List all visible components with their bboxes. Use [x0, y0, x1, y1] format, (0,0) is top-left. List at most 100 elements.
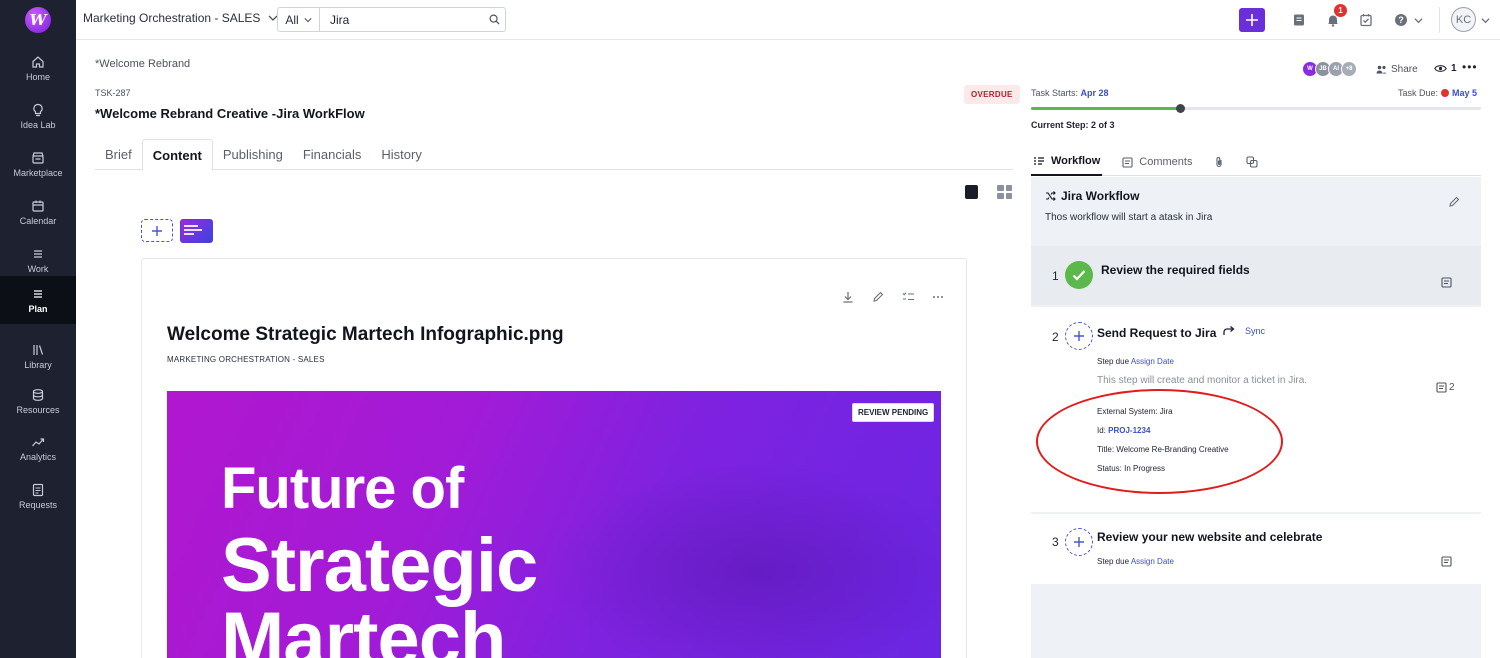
comment-count[interactable]: 2	[1436, 382, 1455, 393]
sidebar-item-resources[interactable]: Resources	[0, 377, 76, 425]
task-due-date: Task Due: May 5	[1398, 88, 1477, 98]
notes-icon[interactable]	[1290, 11, 1308, 29]
search-input[interactable]	[319, 8, 485, 31]
note-icon[interactable]	[1441, 556, 1452, 567]
eye-icon	[1434, 65, 1447, 72]
notification-badge: 1	[1334, 4, 1347, 17]
help-icon: ?	[1394, 14, 1407, 26]
workflow-step-1[interactable]	[1031, 246, 1481, 305]
share-button[interactable]: Share	[1376, 64, 1418, 75]
note-icon	[1436, 382, 1447, 393]
sidebar-item-plan[interactable]: Plan	[0, 276, 76, 324]
asset-title: Welcome Strategic Martech Infographic.pn…	[167, 324, 564, 345]
calendar-icon	[32, 200, 44, 212]
step-progress-bar	[1031, 104, 1481, 113]
workspace-name: Marketing Orchestration - SALES	[83, 11, 261, 25]
step-title: Send Request to Jira	[1097, 326, 1217, 340]
breadcrumb[interactable]: *Welcome Rebrand	[95, 58, 190, 70]
sync-button[interactable]: Sync	[1223, 326, 1265, 336]
checklist-icon[interactable]	[901, 290, 915, 304]
tab-publishing[interactable]: Publishing	[213, 139, 293, 170]
task-due-label: Task Due:	[1398, 88, 1439, 98]
plus-icon	[152, 225, 162, 236]
chevron-down-icon[interactable]	[1481, 16, 1490, 25]
divider	[1439, 7, 1440, 33]
sidebar: Home Idea Lab Marketplace Calendar Work …	[0, 40, 76, 658]
store-icon	[32, 151, 44, 164]
step-due-label: Step due	[1097, 557, 1130, 566]
help-menu[interactable]: ?	[1392, 11, 1424, 29]
tab-attachments[interactable]	[1212, 149, 1226, 176]
download-icon[interactable]	[841, 290, 855, 304]
paperclip-icon	[1216, 157, 1223, 168]
sidebar-item-label: Library	[24, 359, 52, 370]
chevron-down-icon	[1413, 17, 1423, 23]
app-logo[interactable]: W	[25, 7, 51, 33]
sidebar-item-marketplace[interactable]: Marketplace	[0, 140, 76, 188]
grid-view-icon[interactable]	[997, 185, 1012, 199]
progress-handle	[1175, 104, 1185, 113]
sidebar-item-home[interactable]: Home	[0, 44, 76, 92]
watchers-count: 1	[1451, 63, 1457, 74]
sidebar-item-analytics[interactable]: Analytics	[0, 424, 76, 472]
search-icon[interactable]	[485, 14, 505, 25]
tab-linked[interactable]	[1244, 149, 1260, 176]
tab-comments[interactable]: Comments	[1120, 149, 1194, 176]
workflow-description: Thos workflow will start a atask in Jira	[1045, 212, 1213, 223]
edit-icon[interactable]	[1448, 195, 1460, 213]
plus-icon[interactable]	[1065, 528, 1093, 556]
create-new-button[interactable]	[1239, 8, 1265, 32]
tab-history[interactable]: History	[371, 139, 431, 170]
share-label: Share	[1391, 64, 1418, 75]
tab-financials[interactable]: Financials	[293, 139, 372, 170]
sidebar-item-library[interactable]: Library	[0, 332, 76, 380]
task-start-value[interactable]: Apr 28	[1081, 88, 1109, 98]
watchers-button[interactable]: 1	[1434, 63, 1457, 74]
single-view-icon[interactable]	[965, 185, 978, 199]
workspace-selector[interactable]: Marketing Orchestration - SALES	[83, 11, 278, 25]
more-options-icon[interactable]: •••	[1462, 60, 1478, 74]
sidebar-item-idea-lab[interactable]: Idea Lab	[0, 92, 76, 140]
alert-icon	[1441, 89, 1450, 97]
collaborator-avatars[interactable]: W JB AI +8	[1302, 61, 1357, 77]
workflow-step-3[interactable]	[1031, 514, 1481, 584]
sidebar-item-label: Calendar	[19, 215, 57, 226]
check-icon	[1065, 261, 1093, 289]
edit-icon[interactable]	[871, 290, 885, 304]
step-title: Review the required fields	[1101, 263, 1250, 277]
plus-icon[interactable]	[1065, 322, 1093, 350]
progress-fill	[1031, 107, 1180, 110]
step-number: 1	[1052, 269, 1059, 283]
review-status-badge: REVIEW PENDING	[852, 403, 935, 422]
tab-brief[interactable]: Brief	[95, 139, 142, 170]
task-due-value[interactable]: May 5	[1452, 88, 1477, 98]
assign-date-link[interactable]: Assign Date	[1131, 557, 1174, 566]
asset-toolbar	[841, 290, 945, 304]
home-icon	[32, 55, 44, 68]
tasks-check-icon[interactable]	[1357, 11, 1375, 29]
step-title: Review your new website and celebrate	[1097, 530, 1323, 544]
sidebar-item-calendar[interactable]: Calendar	[0, 188, 76, 236]
asset-thumbnail[interactable]	[180, 219, 213, 243]
step-due-label: Step due	[1097, 357, 1130, 366]
search-filter-label: All	[285, 12, 299, 27]
list-icon	[34, 249, 42, 258]
note-icon[interactable]	[1441, 277, 1452, 288]
add-asset-button[interactable]	[141, 219, 173, 242]
step-due: Step due Assign Date	[1097, 557, 1174, 566]
tab-content[interactable]: Content	[141, 139, 213, 171]
tab-workflow[interactable]: Workflow	[1031, 149, 1103, 176]
plan-icon	[34, 289, 42, 298]
search-filter-dropdown[interactable]: All	[278, 8, 320, 31]
sidebar-item-label: Requests	[18, 499, 58, 510]
more-options-icon[interactable]	[931, 290, 945, 304]
svg-text:?: ?	[1398, 15, 1404, 25]
user-avatar[interactable]: KC	[1451, 7, 1476, 32]
request-icon	[32, 483, 44, 496]
tab-label: Comments	[1139, 156, 1193, 168]
comment-icon	[1122, 156, 1133, 168]
sync-label: Sync	[1245, 326, 1266, 336]
preview-text-line: Future of	[221, 456, 464, 521]
sidebar-item-requests[interactable]: Requests	[0, 472, 76, 520]
assign-date-link[interactable]: Assign Date	[1131, 357, 1174, 366]
